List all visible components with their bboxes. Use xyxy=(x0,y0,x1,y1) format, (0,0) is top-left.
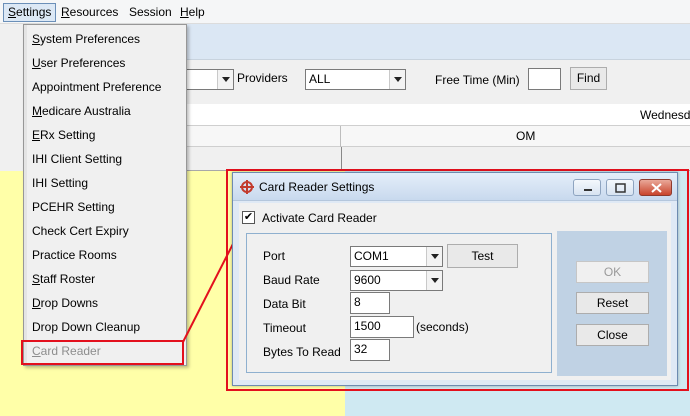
baud-rate-value: 9600 xyxy=(354,273,381,287)
bytes-to-read-label: Bytes To Read xyxy=(263,345,341,359)
menu-item-accel: D xyxy=(32,296,41,310)
menu-item-ihi-client-setting[interactable]: IHI Client Setting xyxy=(32,147,122,171)
activate-card-reader-label: Activate Card Reader xyxy=(262,211,377,225)
chevron-down-icon xyxy=(426,247,442,266)
menu-item-accel: S xyxy=(32,272,41,286)
dialog-title: Card Reader Settings xyxy=(259,180,375,194)
data-bit-label: Data Bit xyxy=(263,297,306,311)
port-value: COM1 xyxy=(354,249,389,263)
highlight-card-reader-item xyxy=(21,340,184,365)
timeout-unit-label: (seconds) xyxy=(416,320,469,334)
calendar-subheader xyxy=(186,147,690,171)
menu-item-user-preferences[interactable]: User Preferences xyxy=(32,51,125,75)
menu-item-ihi-setting[interactable]: IHI Setting xyxy=(32,171,88,195)
settings-group: Port COM1 Test Baud Rate 9600 Data Bit 8… xyxy=(246,233,552,373)
menu-item-practice-rooms[interactable]: Practice Rooms xyxy=(32,243,117,267)
menu-resources[interactable]: Resources xyxy=(57,3,122,22)
providers-value: ALL xyxy=(309,72,331,86)
calendar-day-header: Wednesd xyxy=(186,104,690,126)
chevron-down-icon xyxy=(426,271,442,290)
menu-session[interactable]: Session xyxy=(125,3,176,22)
menu-item-erx-setting[interactable]: ERx Setting xyxy=(32,123,95,147)
close-window-button[interactable] xyxy=(639,179,672,196)
menu-item-label: Check Cert Expiry xyxy=(32,224,129,238)
menu-item-label: Rx Setting xyxy=(40,128,96,142)
menu-bar: Settings Resources Session Help xyxy=(0,0,690,24)
menu-item-medicare-australia[interactable]: Medicare Australia xyxy=(32,99,131,123)
test-button[interactable]: Test xyxy=(447,244,518,268)
baud-rate-select[interactable]: 9600 xyxy=(350,270,443,291)
baud-rate-label: Baud Rate xyxy=(263,273,320,287)
find-button[interactable]: Find xyxy=(570,67,607,90)
period-header-text: OM xyxy=(516,129,536,143)
menu-item-label: edicare Australia xyxy=(42,104,131,118)
menu-item-label: IHI Setting xyxy=(32,176,89,190)
close-button[interactable]: Close xyxy=(576,324,649,346)
menu-settings-accel: S xyxy=(8,5,17,19)
menu-item-label: ser Preferences xyxy=(40,56,126,70)
menu-item-label: Appointment Preference xyxy=(32,80,162,94)
card-reader-dialog: Card Reader Settings ✔ Activate Card Rea… xyxy=(232,172,678,386)
menu-help[interactable]: Help xyxy=(176,3,209,22)
menu-item-system-preferences[interactable]: System Preferences xyxy=(32,27,140,51)
menu-item-label: Drop Down Cleanup xyxy=(32,320,141,334)
timeout-label: Timeout xyxy=(263,321,306,335)
menu-item-pcehr-setting[interactable]: PCEHR Setting xyxy=(32,195,115,219)
menu-item-accel: S xyxy=(32,32,41,46)
providers-select[interactable]: ALL xyxy=(305,69,406,90)
menu-item-staff-roster[interactable]: Staff Roster xyxy=(32,267,95,291)
timeout-input[interactable]: 1500 xyxy=(350,316,414,338)
dialog-title-bar[interactable]: Card Reader Settings xyxy=(233,173,677,201)
data-bit-input[interactable]: 8 xyxy=(350,292,390,314)
dialog-body: ✔ Activate Card Reader Port COM1 Test Ba… xyxy=(239,203,671,380)
menu-item-accel: U xyxy=(32,56,41,70)
menu-help-accel: H xyxy=(180,5,189,19)
menu-item-accel: M xyxy=(32,104,42,118)
maximize-button[interactable] xyxy=(606,179,634,196)
calendar-period-header: OM xyxy=(186,126,690,147)
menu-help-label: elp xyxy=(188,5,205,19)
menu-resources-accel: R xyxy=(61,5,70,19)
bytes-to-read-input[interactable]: 32 xyxy=(350,339,390,361)
header-divider xyxy=(340,126,341,147)
filter-bar: Providers ALL Free Time (Min) Find xyxy=(176,60,690,104)
reset-button[interactable]: Reset xyxy=(576,292,649,314)
port-label: Port xyxy=(263,249,286,263)
menu-item-drop-downs[interactable]: Drop Downs xyxy=(32,291,98,315)
settings-dropdown: System Preferences User Preferences Appo… xyxy=(23,24,187,366)
menu-item-label: taff Roster xyxy=(40,272,96,286)
free-time-input[interactable] xyxy=(528,68,561,90)
chevron-down-icon xyxy=(217,70,233,89)
toolbar-strip xyxy=(186,24,690,60)
minimize-button[interactable] xyxy=(573,179,601,196)
menu-item-drop-down-cleanup[interactable]: Drop Down Cleanup xyxy=(32,315,140,339)
menu-resources-label: esources xyxy=(69,5,119,19)
menu-settings[interactable]: Settings xyxy=(3,3,57,22)
menu-item-label: ystem Preferences xyxy=(40,32,141,46)
free-time-label: Free Time (Min) xyxy=(435,73,520,87)
menu-item-label: Practice Rooms xyxy=(32,248,117,262)
menu-item-label: PCEHR Setting xyxy=(32,200,115,214)
menu-session-label: Session xyxy=(129,5,172,19)
menu-item-label: rop Downs xyxy=(40,296,99,310)
port-select[interactable]: COM1 xyxy=(350,246,443,267)
close-icon xyxy=(651,183,662,193)
chevron-down-icon xyxy=(389,70,405,89)
day-header-text: Wednesd xyxy=(640,108,690,122)
menu-gutter xyxy=(24,25,27,365)
menu-item-appointment-preference[interactable]: Appointment Preference xyxy=(32,75,161,99)
menu-item-accel: E xyxy=(32,128,41,142)
maximize-icon xyxy=(615,183,626,193)
activate-card-reader-checkbox[interactable]: ✔ xyxy=(242,211,255,224)
providers-label: Providers xyxy=(237,71,288,85)
menu-item-check-cert-expiry[interactable]: Check Cert Expiry xyxy=(32,219,129,243)
ok-button[interactable]: OK xyxy=(576,261,649,283)
subheader-divider xyxy=(341,147,342,171)
button-panel: OK Reset Close xyxy=(557,231,667,376)
menu-settings-label: ettings xyxy=(16,5,52,19)
menu-item-label: IHI Client Setting xyxy=(32,152,123,166)
minimize-icon xyxy=(584,189,592,191)
app-icon xyxy=(240,180,254,194)
